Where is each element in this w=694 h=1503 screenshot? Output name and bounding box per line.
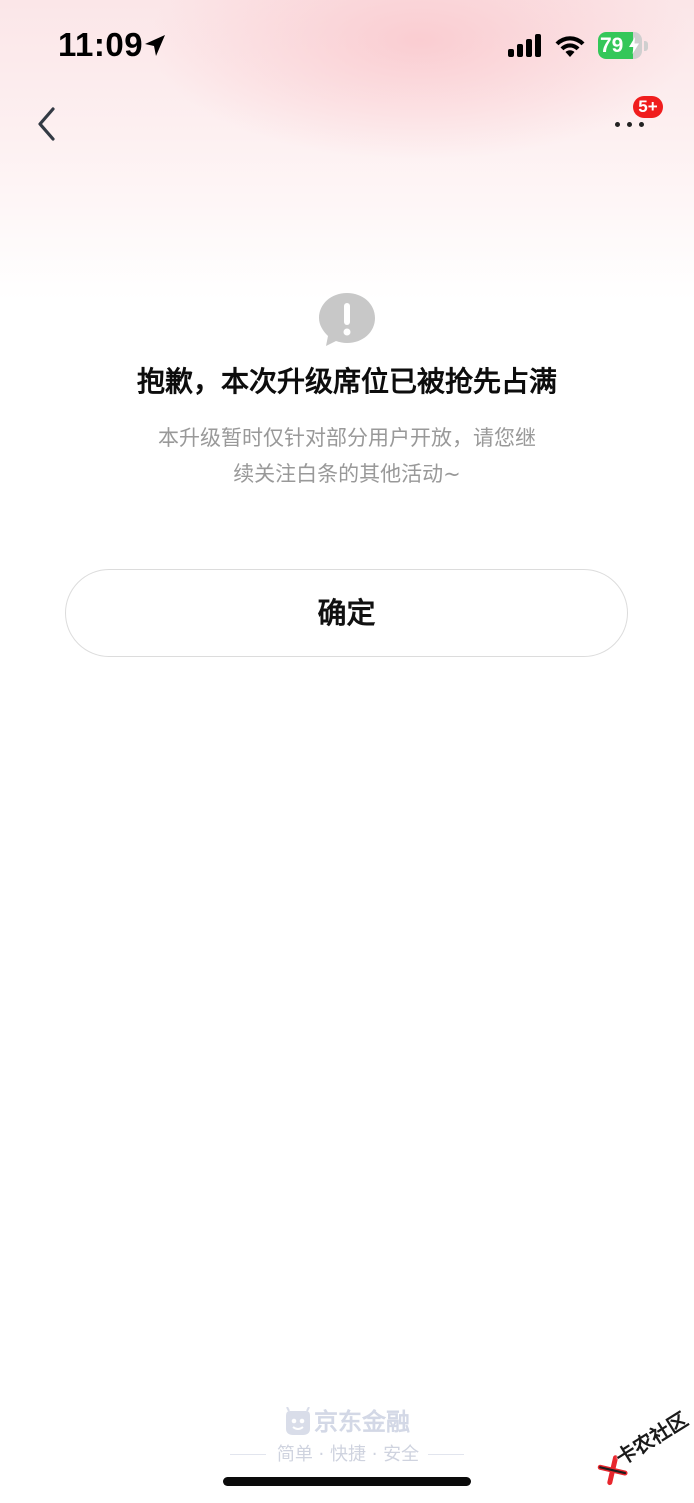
footer-brand-text: 京东金融 (314, 1408, 410, 1436)
confirm-button[interactable]: 确定 (65, 569, 628, 657)
more-dot (639, 122, 644, 127)
notification-badge: 5+ (633, 96, 663, 118)
battery-cap (644, 41, 648, 51)
more-button[interactable]: 5+ (606, 96, 663, 142)
description-line-2: 续关注白条的其他活动~ (233, 462, 461, 486)
slogan-divider-right (428, 1454, 464, 1455)
slogan-divider-left (230, 1454, 266, 1455)
battery-body: 79 (598, 32, 642, 59)
status-time: 11:09 (58, 26, 144, 63)
page-title: 抱歉，本次升级席位已被抢先占满 (136, 365, 557, 398)
footer-slogan: 简单 · 快捷 · 安全 (230, 1442, 464, 1468)
description: 本升级暂时仅针对部分用户开放，请您继 续关注白条的其他活动~ (0, 420, 694, 492)
watermark-text: 卡农社区 (611, 1407, 693, 1470)
location-arrow-icon (145, 35, 165, 56)
footer-brand-logo: 京东金融 (284, 1405, 414, 1439)
more-dot (627, 122, 632, 127)
battery-indicator: 79 (598, 32, 648, 60)
charging-bolt-icon (629, 37, 639, 54)
home-indicator[interactable] (223, 1477, 471, 1486)
status-bar: 11:09 79 (0, 0, 694, 92)
jd-finance-logo-icon (286, 1407, 310, 1435)
back-button[interactable] (26, 100, 70, 148)
watermark: 卡农社区 (579, 1389, 694, 1503)
description-line-1: 本升级暂时仅针对部分用户开放，请您继 (158, 426, 536, 450)
chevron-left-icon (38, 107, 55, 141)
exclamation-circle-icon (319, 293, 375, 346)
cellular-signal-icon (508, 34, 541, 57)
wifi-icon (555, 36, 585, 57)
more-dot (615, 122, 620, 127)
footer-slogan-text: 简单 · 快捷 · 安全 (276, 1444, 420, 1465)
